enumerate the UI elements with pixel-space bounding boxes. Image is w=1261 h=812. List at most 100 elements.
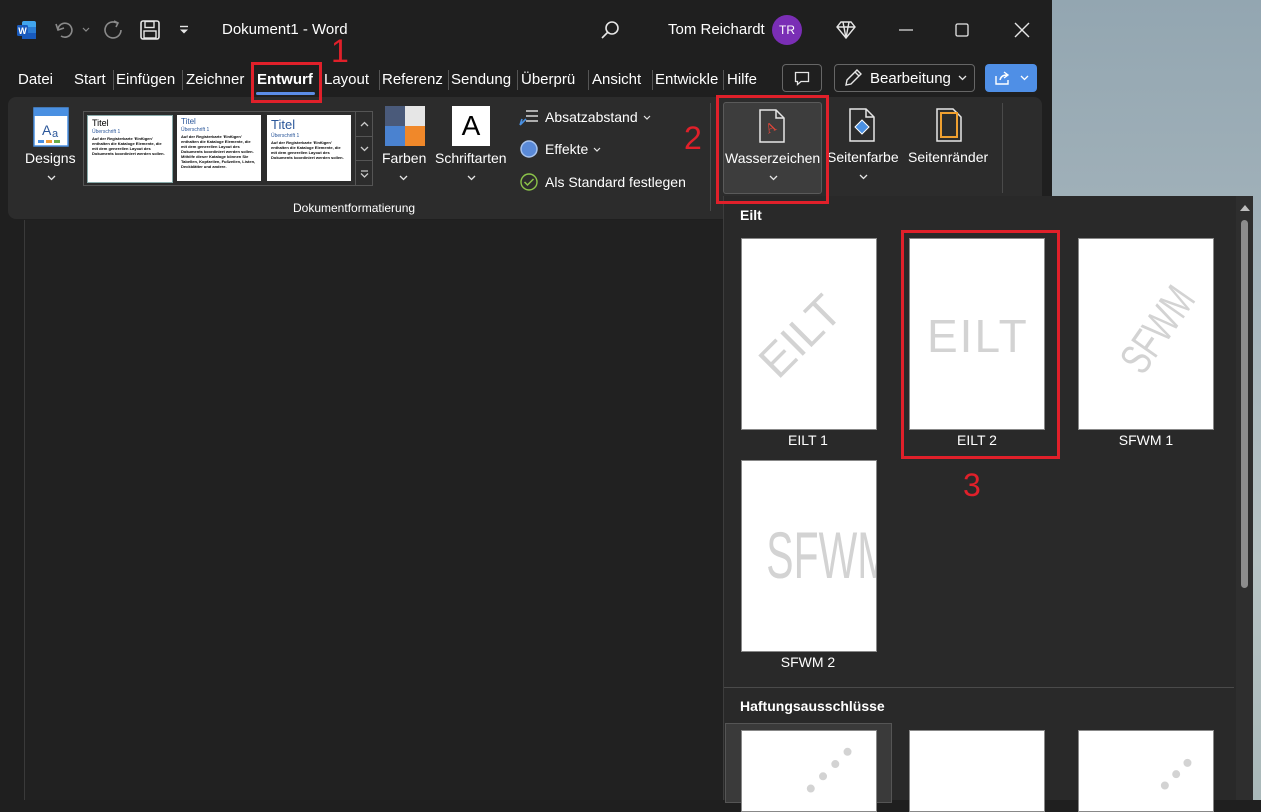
gallery-more[interactable] — [355, 160, 373, 186]
tab-divider — [517, 70, 518, 90]
checkmark-circle-icon — [520, 173, 538, 191]
customize-toolbar-icon[interactable] — [176, 22, 192, 38]
chevron-down-icon — [593, 147, 601, 152]
chevron-down-icon — [643, 115, 651, 120]
style-thumb-3[interactable]: Titel Überschrift 1 Auf der Registerkart… — [267, 115, 351, 181]
tab-entwicklertools[interactable]: Entwickle — [655, 70, 719, 90]
save-icon[interactable] — [138, 18, 162, 42]
font-icon: A — [452, 106, 490, 146]
style-thumb-title: Titel — [92, 118, 109, 128]
color-palette-icon — [385, 106, 425, 146]
watermark-label: EILT 1 — [788, 432, 828, 448]
style-thumb-heading: Überschrift 1 — [92, 129, 121, 135]
chevron-down-icon — [399, 175, 408, 181]
avatar[interactable]: TR — [772, 15, 802, 45]
style-thumb-2[interactable]: Titel Überschrift 1 Auf der Registerkart… — [177, 115, 261, 181]
gallery-scroll-down[interactable] — [355, 136, 373, 161]
chevron-down-icon — [1020, 75, 1028, 81]
tab-ansicht[interactable]: Ansicht — [592, 70, 641, 90]
document-title: Dokument1 - Word — [222, 21, 348, 38]
absatzabstand-button[interactable]: Absatzabstand — [518, 106, 663, 128]
watermark-preview-text: SFWM — [766, 518, 876, 592]
group-divider — [710, 103, 711, 211]
avatar-initials: TR — [779, 23, 795, 37]
tab-referenzen[interactable]: Referenz — [382, 70, 443, 90]
tab-zeichnen[interactable]: Zeichner — [186, 70, 244, 90]
tab-layout[interactable]: Layout — [324, 70, 369, 90]
tab-divider — [182, 70, 183, 90]
svg-text:a: a — [52, 128, 59, 140]
tab-divider — [652, 70, 653, 90]
farben-button[interactable]: Farben — [380, 103, 428, 189]
undo-icon[interactable] — [53, 18, 77, 42]
watermark-item-eilt1[interactable]: EILT — [741, 238, 877, 430]
seitenfarbe-button[interactable]: Seitenfarbe — [826, 102, 902, 190]
step-number-2: 2 — [684, 120, 702, 156]
word-logo-icon: W — [17, 20, 37, 40]
style-thumb-title: Titel — [181, 117, 196, 126]
chevron-down-icon — [859, 174, 868, 180]
tab-hilfe[interactable]: Hilfe — [727, 70, 757, 90]
watermark-preview-text: EILT — [748, 284, 852, 388]
designs-button[interactable]: A a Designs — [22, 103, 80, 189]
comments-button[interactable] — [782, 64, 822, 92]
panel-scrollbar[interactable] — [1236, 196, 1253, 800]
section-divider — [724, 687, 1234, 688]
als-standard-button[interactable]: Als Standard festlegen — [518, 171, 698, 193]
step-number-1: 1 — [331, 33, 349, 69]
tab-sendungen[interactable]: Sendung — [451, 70, 511, 90]
tab-datei[interactable]: Datei — [18, 70, 53, 90]
search-icon[interactable] — [598, 18, 622, 42]
designs-label: Designs — [25, 150, 76, 166]
redo-icon[interactable] — [102, 18, 126, 42]
style-thumb-title: Titel — [271, 117, 296, 132]
watermark-preview-fragment — [805, 746, 859, 800]
designs-icon: A a — [33, 107, 69, 147]
seitenraender-button[interactable]: Seitenränder — [906, 102, 996, 190]
tab-ueberpruefen[interactable]: Überprü — [521, 70, 575, 90]
watermark-label: SFWM 1 — [1118, 432, 1174, 448]
watermark-label: SFWM 2 — [780, 654, 836, 670]
scrollbar-thumb[interactable] — [1241, 220, 1248, 588]
style-thumb-1[interactable]: Titel Überschrift 1 Auf der Registerkart… — [87, 115, 173, 183]
editing-mode-dropdown[interactable]: Bearbeitung — [834, 64, 975, 92]
close-button[interactable] — [1010, 18, 1034, 42]
share-button[interactable] — [985, 64, 1037, 92]
scroll-up-icon[interactable] — [1240, 204, 1250, 211]
style-thumb-heading: Überschrift 1 — [181, 127, 210, 133]
comment-icon — [794, 71, 810, 86]
group-label-dokumentformatierung: Dokumentformatierung — [293, 201, 416, 215]
diamond-icon[interactable] — [834, 18, 858, 42]
effekte-label: Effekte — [545, 141, 589, 157]
gallery-scroll-up[interactable] — [355, 112, 373, 136]
step-number-3: 3 — [963, 467, 981, 503]
svg-text:W: W — [18, 26, 27, 36]
style-thumb-body: Auf der Registerkarte 'Einfügen' enthalt… — [181, 134, 256, 169]
watermark-preview-fragment — [1159, 757, 1199, 797]
editing-mode-label: Bearbeitung — [870, 69, 951, 87]
pencil-icon — [845, 69, 862, 86]
seitenfarbe-label: Seitenfarbe — [827, 149, 899, 165]
schriftarten-button[interactable]: A Schriftarten — [434, 103, 512, 189]
schriftarten-label: Schriftarten — [435, 150, 507, 166]
tab-divider — [723, 70, 724, 90]
highlight-box-wasserzeichen — [716, 95, 829, 204]
user-name[interactable]: Tom Reichardt — [668, 21, 765, 38]
undo-dropdown-icon[interactable] — [80, 24, 92, 36]
section-header-eilt: Eilt — [740, 207, 762, 223]
watermark-item-sfwm2[interactable]: SFWM — [741, 460, 877, 652]
effekte-button[interactable]: Effekte — [518, 138, 618, 160]
page-borders-icon — [936, 108, 962, 142]
watermark-item-sfwm1[interactable]: SFWM — [1078, 238, 1214, 430]
maximize-button[interactable] — [950, 18, 974, 42]
document-page[interactable] — [24, 220, 725, 800]
page-color-icon — [849, 108, 875, 142]
style-thumb-body: Auf der Registerkarte 'Einfügen' enthalt… — [92, 136, 165, 156]
seitenraender-label: Seitenränder — [908, 149, 989, 165]
chevron-down-icon — [467, 175, 476, 181]
tab-start[interactable]: Start — [74, 70, 106, 90]
minimize-button[interactable] — [894, 18, 918, 42]
share-icon — [994, 71, 1009, 85]
tab-einfuegen[interactable]: Einfügen — [116, 70, 175, 90]
chevron-down-icon — [958, 75, 967, 81]
